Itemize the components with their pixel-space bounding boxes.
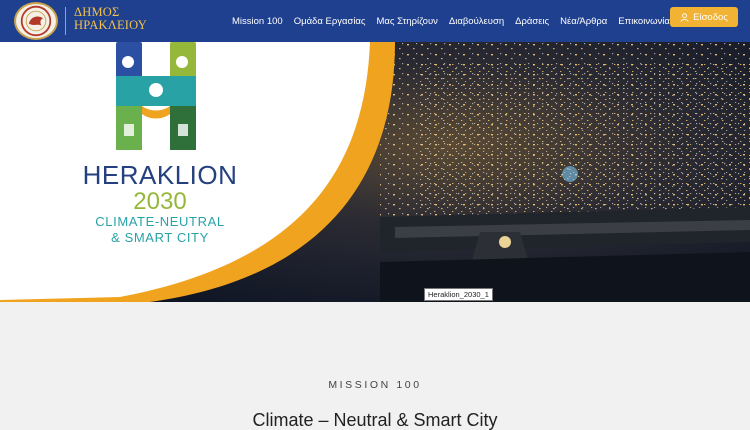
section-label: MISSION 100 xyxy=(328,379,422,391)
municipality-seal-icon[interactable] xyxy=(14,2,58,40)
nav-actions[interactable]: Δράσεις xyxy=(515,16,549,27)
nav-news[interactable]: Νέα/Άρθρα xyxy=(560,16,607,27)
image-caption-tooltip: Heraklion_2030_1 xyxy=(424,288,493,301)
logo-divider xyxy=(65,7,66,35)
nav-working-group[interactable]: Ομάδα Εργασίας xyxy=(294,16,366,27)
brand-line-3: CLIMATE-NEUTRAL xyxy=(95,214,225,229)
login-button[interactable]: Είσοδος xyxy=(670,7,738,27)
section-title: Climate – Neutral & Smart City xyxy=(252,410,498,430)
hero-banner: HERAKLION 2030 CLIMATE-NEUTRAL & SMART C… xyxy=(0,42,750,302)
brand-line-1: HERAKLION xyxy=(82,160,238,190)
brand-line-2: 2030 xyxy=(133,188,187,215)
nav-supporters[interactable]: Μας Στηρίζουν xyxy=(377,16,438,27)
logo-line-2: ΗΡΑΚΛΕΙΟΥ xyxy=(74,18,147,32)
nav-consultation[interactable]: Διαβούλευση xyxy=(449,16,504,27)
login-label: Είσοδος xyxy=(693,11,728,23)
nav-mission-100[interactable]: Mission 100 xyxy=(232,16,283,27)
main-nav: Mission 100 Ομάδα Εργασίας Μας Στηρίζουν… xyxy=(232,0,670,42)
brand-line-4: & SMART CITY xyxy=(111,230,209,245)
heraklion-2030-brand: HERAKLION 2030 CLIMATE-NEUTRAL & SMART C… xyxy=(60,160,260,245)
heraklion-h-logo-icon xyxy=(116,42,196,150)
user-icon xyxy=(680,12,689,22)
site-header: ΔΗΜΟΣ ΗΡΑΚΛΕΙΟΥ Mission 100 Ομάδα Εργασί… xyxy=(0,0,750,42)
municipality-name[interactable]: ΔΗΜΟΣ ΗΡΑΚΛΕΙΟΥ xyxy=(74,6,147,32)
nav-contact[interactable]: Επικοινωνία xyxy=(618,16,670,27)
